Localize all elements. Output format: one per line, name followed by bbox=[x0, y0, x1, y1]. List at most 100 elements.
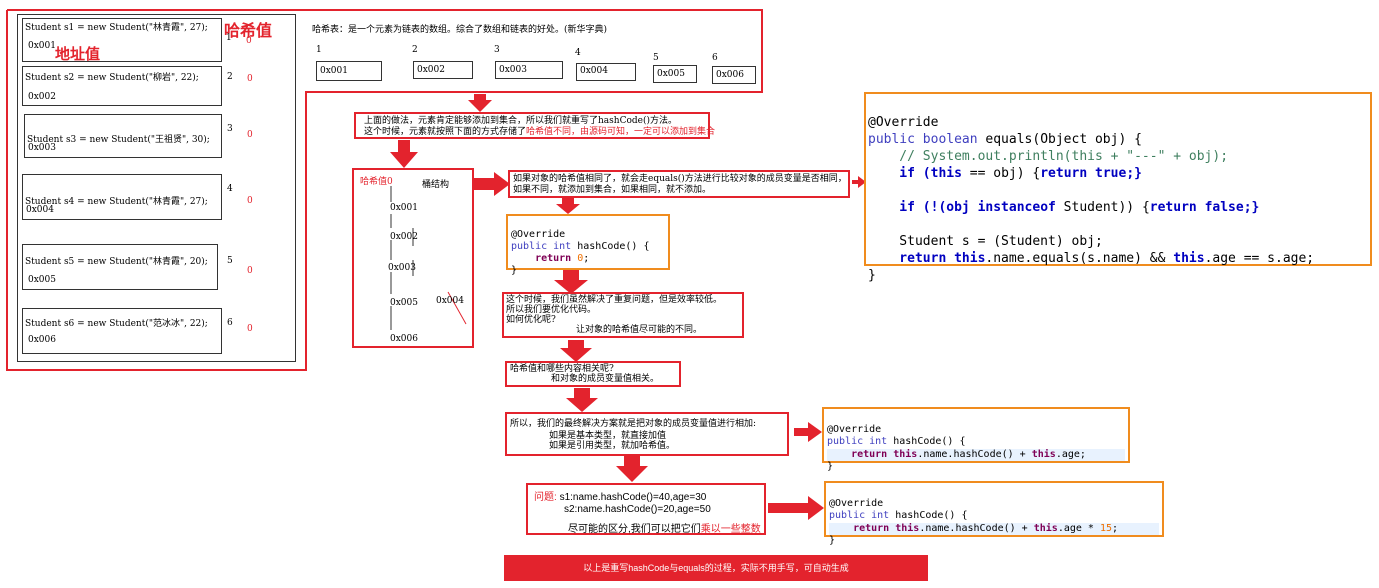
student-address: 0x003 bbox=[28, 143, 56, 153]
code-keyword: instanceof bbox=[977, 200, 1056, 215]
array-index: 5 bbox=[653, 53, 659, 63]
bucket-struct-label: 桶结构 bbox=[422, 180, 450, 190]
student-box-6: Student s6 = new Student("范冰冰", 22); 0x0… bbox=[22, 308, 222, 354]
step5-line1: 所以，我们的最终解决方案就是把对象的成员变量值进行相加: bbox=[510, 419, 757, 429]
code-line: public boolean equals(Object obj) { bbox=[868, 131, 1368, 148]
array-cell: 0x005 bbox=[653, 65, 697, 83]
code-text: Student)) { bbox=[1055, 200, 1150, 215]
code-keyword: return bbox=[511, 253, 578, 264]
code-keyword: this bbox=[895, 522, 920, 534]
code-keyword: this bbox=[893, 448, 918, 460]
step6-line1: 问题: s1:name.hashCode()=40,age=30 bbox=[534, 488, 706, 503]
student-code: Student s5 = new Student("林青霞", 20); bbox=[25, 257, 208, 267]
hash-zero: 0 bbox=[247, 130, 253, 140]
code-line: public int hashCode() { bbox=[829, 510, 1159, 523]
code-keyword: return true bbox=[1040, 166, 1127, 181]
code-text: equals(Object obj) { bbox=[985, 132, 1142, 147]
bucket-side-node: 0x004 bbox=[436, 296, 464, 306]
bucket-node: 0x003 bbox=[388, 263, 416, 273]
step3-line3: 如何优化呢? bbox=[506, 315, 556, 325]
code-line: Student s = (Student) obj; bbox=[868, 234, 1103, 249]
code-comment: // System.out.println(this + "---" + obj… bbox=[868, 149, 1229, 164]
student-box-4: Student s4 = new Student("林青霞", 27); 0x0… bbox=[22, 174, 222, 220]
step3-box: 这个时候，我们虽然解决了重复问题，但是效率较低。 所以我们要优化代码。 如何优化… bbox=[502, 292, 744, 338]
code-text: ;} bbox=[1243, 200, 1260, 215]
code-line: @Override bbox=[827, 423, 882, 435]
step6-line3a: 尽可能的区分,我们可以把它们 bbox=[568, 524, 701, 535]
step6-s2: s2:name.hashCode()=20,age=50 bbox=[564, 504, 711, 515]
student-address: 0x004 bbox=[26, 205, 54, 215]
code-text: .age * bbox=[1057, 522, 1100, 534]
code-text: hashCode() { bbox=[895, 510, 968, 521]
code-line: } bbox=[829, 535, 836, 546]
code-text: hashCode() { bbox=[577, 241, 650, 252]
code-line: if (!(obj instanceof Student)) {return f… bbox=[868, 199, 1368, 216]
code-text: hashCode() { bbox=[893, 436, 966, 447]
code-keyword: return bbox=[827, 448, 894, 460]
bucket-node: 0x006 bbox=[390, 334, 418, 344]
hashcode-mul-code: @Override public int hashCode() { return … bbox=[824, 481, 1164, 546]
student-address: 0x002 bbox=[28, 92, 56, 102]
code-text: .age; bbox=[1055, 448, 1086, 460]
code-line: @Override bbox=[868, 115, 939, 130]
array-cell: 0x006 bbox=[712, 66, 756, 84]
code-line: return this.name.equals(s.name) && this.… bbox=[868, 250, 1368, 267]
student-index: 2 bbox=[227, 72, 233, 82]
student-address: 0x005 bbox=[28, 275, 56, 285]
code-keyword: return bbox=[829, 522, 896, 534]
code-line: if (this == obj) {return true;} bbox=[868, 165, 1368, 182]
code-text: == obj) { bbox=[961, 166, 1041, 181]
hash-zero: 0 bbox=[247, 266, 253, 276]
code-text: ; bbox=[1112, 522, 1119, 534]
step3-line4: 让对象的哈希值尽可能的不同。 bbox=[576, 325, 703, 335]
hash-table-definition: 哈希表：是一个元素为链表的数组。综合了数组和链表的好处。(新华字典) bbox=[312, 25, 608, 35]
code-line: } bbox=[827, 461, 834, 472]
student-index: 6 bbox=[227, 318, 233, 328]
step4-box: 哈希值和哪些内容相关呢? 和对象的成员变量值相关。 bbox=[505, 361, 681, 387]
step6-line3b: 乘以一些整数 bbox=[700, 524, 761, 535]
array-index: 6 bbox=[712, 53, 718, 63]
code-keyword: this bbox=[954, 251, 986, 266]
step6-s1: s1:name.hashCode()=40,age=30 bbox=[559, 492, 707, 503]
code-keyword: public int bbox=[829, 510, 896, 521]
code-text: ;} bbox=[1126, 166, 1142, 181]
hashcode-sum-code: @Override public int hashCode() { return … bbox=[822, 407, 1130, 472]
bucket-hash-label: 哈希值0 bbox=[360, 177, 393, 187]
question-label: 问题: bbox=[534, 492, 557, 503]
student-address: 0x006 bbox=[28, 335, 56, 345]
student-code: Student s1 = new Student("林青霞", 27); bbox=[25, 23, 208, 33]
bucket-node: 0x005 bbox=[390, 298, 418, 308]
hash-zero: 0 bbox=[247, 196, 253, 206]
code-line: return 0; bbox=[511, 253, 665, 265]
array-index: 1 bbox=[316, 45, 322, 55]
array-cell: 0x004 bbox=[576, 63, 636, 81]
student-index: 4 bbox=[227, 184, 233, 194]
step1-line2: 这个时候，元素就按照下面的方式存储了哈希值不同，由源码可知，一定可以添加到集合 bbox=[364, 127, 715, 138]
step1-line2b: 哈希值不同，由源码可知，一定可以添加到集合 bbox=[526, 127, 716, 137]
array-index: 4 bbox=[575, 48, 581, 58]
student-box-5: Student s5 = new Student("林青霞", 20); 0x0… bbox=[22, 244, 218, 290]
code-line: public int hashCode() { bbox=[827, 436, 1125, 449]
student-code: Student s6 = new Student("范冰冰", 22); bbox=[25, 319, 208, 329]
bucket-node: 0x001 bbox=[390, 203, 418, 213]
code-keyword: this bbox=[1033, 522, 1058, 534]
code-text: .age == s.age; bbox=[1204, 251, 1315, 266]
code-keyword: this bbox=[1173, 251, 1205, 266]
code-line: return this.name.hashCode() + this.age; bbox=[827, 448, 1125, 461]
student-box-3: Student s3 = new Student("王祖贤", 30); 0x0… bbox=[24, 114, 222, 158]
array-cell: 0x002 bbox=[413, 61, 473, 79]
step5-line3: 如果是引用类型，就加哈希值。 bbox=[549, 441, 676, 451]
hash-zero: 0 bbox=[247, 74, 253, 84]
code-keyword: return bbox=[868, 251, 955, 266]
array-cell: 0x001 bbox=[316, 61, 382, 81]
hash-zero: 0 bbox=[247, 324, 253, 334]
code-line: public int hashCode() { bbox=[511, 241, 665, 253]
student-address: 0x001 bbox=[28, 41, 56, 51]
code-number: 15 bbox=[1099, 522, 1113, 534]
step4-line2: 和对象的成员变量值相关。 bbox=[551, 374, 660, 384]
code-text: .name.hashCode() + bbox=[917, 448, 1032, 460]
code-keyword: if (!(obj bbox=[868, 200, 978, 215]
code-line: } bbox=[868, 268, 876, 283]
code-keyword: public int bbox=[511, 241, 578, 252]
